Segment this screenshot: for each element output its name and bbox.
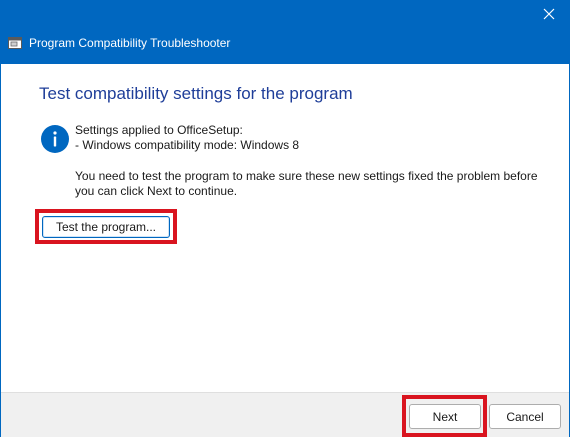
title-bar: Program Compatibility Troubleshooter (0, 0, 570, 64)
test-program-button[interactable]: Test the program... (42, 216, 170, 238)
content-panel: Test compatibility settings for the prog… (1, 64, 569, 392)
window-title: Program Compatibility Troubleshooter (29, 36, 231, 50)
page-title: Test compatibility settings for the prog… (39, 84, 353, 103)
instruction-message: You need to test the program to make sur… (75, 169, 538, 198)
close-icon (543, 8, 555, 20)
troubleshooter-app-icon (8, 37, 22, 49)
next-button[interactable]: Next (409, 404, 481, 429)
settings-title: Settings applied to OfficeSetup: (75, 123, 243, 137)
cancel-button[interactable]: Cancel (489, 404, 561, 429)
info-icon (41, 125, 69, 153)
troubleshooter-window: Program Compatibility Troubleshooter Tes… (0, 0, 570, 437)
close-button[interactable] (536, 2, 562, 26)
compatibility-mode-text: - Windows compatibility mode: Windows 8 (75, 138, 300, 152)
